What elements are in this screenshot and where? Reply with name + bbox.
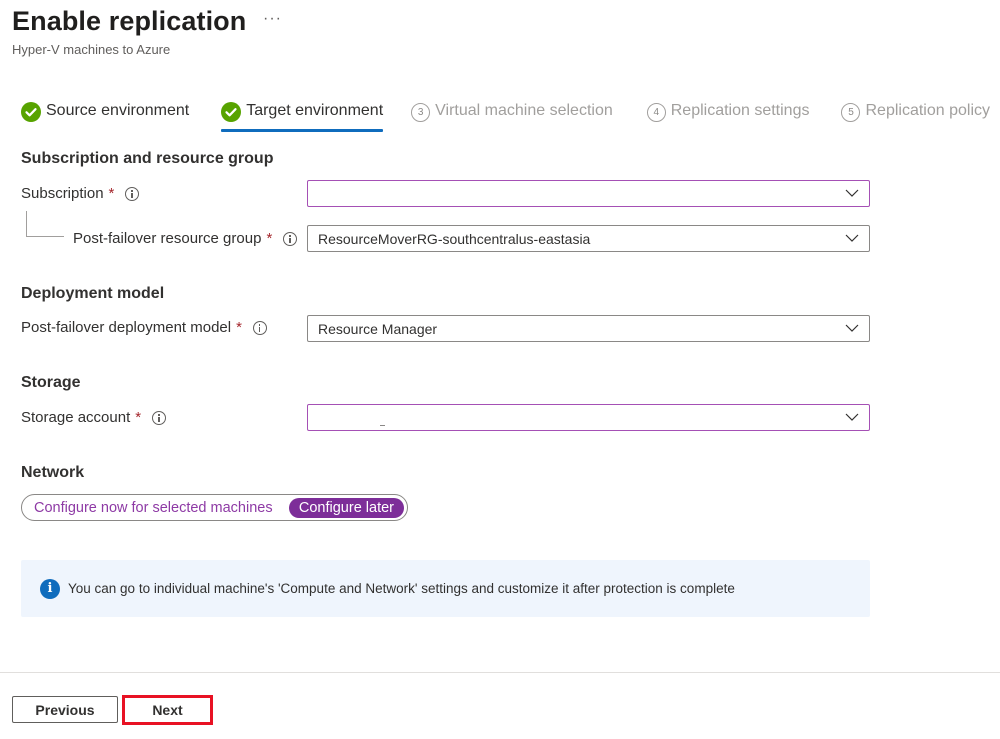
tab-label: Replication settings xyxy=(670,102,810,119)
toggle-option-configure-later[interactable]: Configure later xyxy=(288,497,404,518)
tab-replication-settings[interactable]: 4 Replication settings xyxy=(646,102,810,134)
dropdown-value: Resource Manager xyxy=(318,320,438,337)
storage-account-dropdown[interactable] xyxy=(307,404,870,431)
label-text: Post-failover resource group xyxy=(73,230,262,247)
resource-group-label: Post-failover resource group * xyxy=(73,230,298,247)
required-marker: * xyxy=(135,409,142,426)
resource-group-dropdown[interactable]: ResourceMoverRG-southcentralus-eastasia xyxy=(307,225,870,252)
tab-label: Target environment xyxy=(246,102,384,119)
tab-label: Virtual machine selection xyxy=(435,102,613,119)
section-title-storage: Storage xyxy=(21,374,81,391)
page-subtitle: Hyper-V machines to Azure xyxy=(12,42,171,57)
footer-divider xyxy=(0,672,1000,673)
step-number-icon: 5 xyxy=(841,103,861,122)
info-banner: i You can go to individual machine's 'Co… xyxy=(21,560,870,617)
tab-virtual-machine-selection[interactable]: 3 Virtual machine selection xyxy=(411,102,613,134)
network-config-toggle: Configure now for selected machines Conf… xyxy=(21,494,408,521)
tab-label: Replication policy xyxy=(865,102,990,119)
section-title-network: Network xyxy=(21,464,85,481)
step-number-icon: 4 xyxy=(646,103,666,122)
info-banner-text: You can go to individual machine's 'Comp… xyxy=(68,581,735,596)
page-title: Enable replication xyxy=(12,6,247,36)
required-marker: * xyxy=(108,185,115,202)
info-icon[interactable] xyxy=(125,186,140,201)
chevron-down-icon xyxy=(845,189,859,197)
dropdown-value: ResourceMoverRG-southcentralus-eastasia xyxy=(318,230,591,247)
next-button[interactable]: Next xyxy=(122,695,213,725)
wizard-tabs: Source environment Target environment 3 … xyxy=(21,102,990,134)
section-title-deployment: Deployment model xyxy=(21,285,165,302)
check-circle-icon xyxy=(21,102,41,122)
subscription-label: Subscription * xyxy=(21,185,140,202)
more-options-button[interactable]: ··· xyxy=(263,10,282,28)
label-text: Storage account xyxy=(21,409,131,426)
label-text: Subscription xyxy=(21,185,104,202)
check-circle-icon xyxy=(221,102,242,122)
chevron-down-icon xyxy=(845,413,859,421)
tab-source-environment[interactable]: Source environment xyxy=(21,102,189,134)
subscription-dropdown[interactable] xyxy=(307,180,870,207)
info-icon[interactable] xyxy=(252,320,267,335)
redacted-value-mark xyxy=(380,425,385,426)
toggle-option-configure-now[interactable]: Configure now for selected machines xyxy=(34,500,273,516)
tab-target-environment[interactable]: Target environment xyxy=(221,102,383,134)
info-filled-icon: i xyxy=(40,578,60,599)
section-title-subscription: Subscription and resource group xyxy=(21,150,274,167)
info-icon[interactable] xyxy=(152,410,167,425)
tab-label: Source environment xyxy=(46,102,190,119)
required-marker: * xyxy=(236,319,242,336)
step-number-icon: 3 xyxy=(411,103,431,122)
deployment-model-label: Post-failover deployment model * xyxy=(21,319,267,336)
chevron-down-icon xyxy=(845,324,859,332)
tab-replication-policy[interactable]: 5 Replication policy xyxy=(841,102,990,134)
label-text: Post-failover deployment model xyxy=(21,319,232,336)
required-marker: * xyxy=(266,230,273,247)
chevron-down-icon xyxy=(845,234,859,242)
info-icon[interactable] xyxy=(283,231,298,246)
deployment-model-dropdown[interactable]: Resource Manager xyxy=(307,315,870,342)
tree-connector xyxy=(26,211,64,237)
previous-button[interactable]: Previous xyxy=(12,696,118,723)
storage-account-label: Storage account * xyxy=(21,409,167,426)
